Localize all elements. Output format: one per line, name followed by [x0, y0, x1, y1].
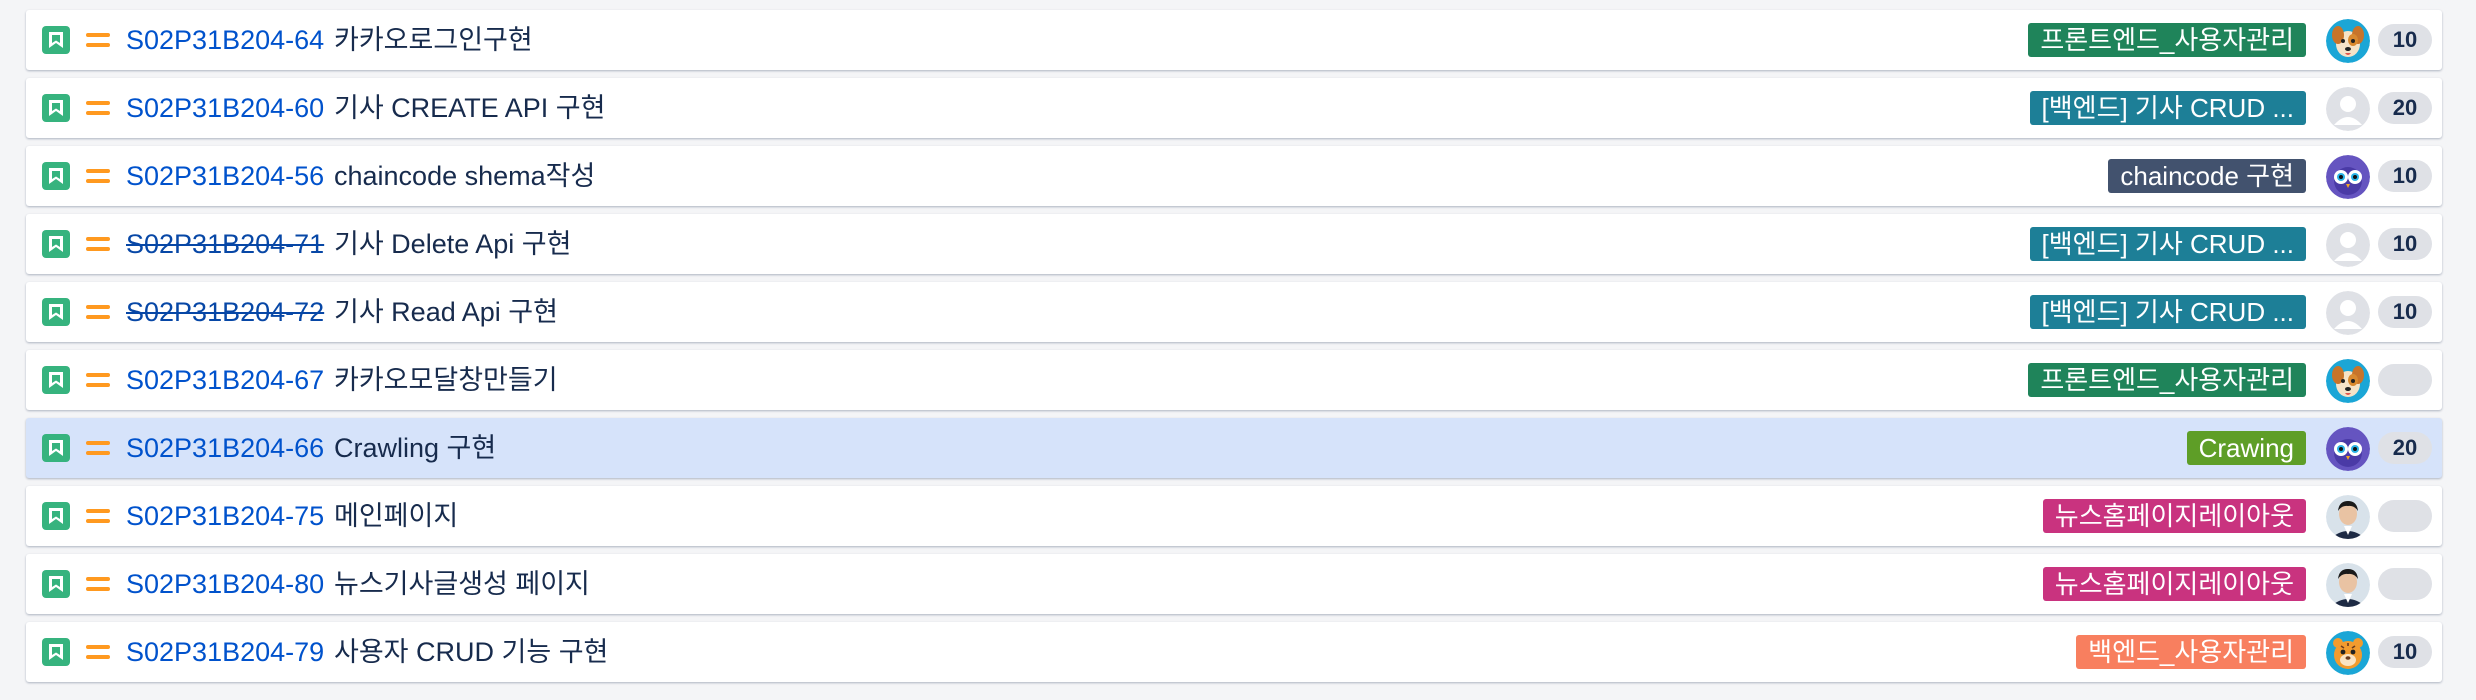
issue-row[interactable]: S02P31B204-64 카카오로그인구현 프론트엔드_사용자관리 10	[26, 10, 2442, 70]
epic-label[interactable]: 프론트엔드_사용자관리	[2028, 23, 2306, 57]
story-bookmark-icon	[42, 298, 70, 326]
epic-label[interactable]: 뉴스홈페이지레이아웃	[2042, 499, 2306, 533]
issue-key-link[interactable]: S02P31B204-72	[126, 282, 324, 342]
issue-summary: Crawling 구현	[334, 433, 497, 463]
priority-medium-icon	[86, 98, 110, 118]
issue-summary: 기사 CREATE API 구현	[334, 93, 606, 123]
issue-key-link[interactable]: S02P31B204-66	[126, 418, 324, 478]
priority-medium-icon	[86, 438, 110, 458]
issue-summary: 기사 Read Api 구현	[334, 297, 558, 327]
story-bookmark-icon	[42, 94, 70, 122]
story-points-badge: 10	[2378, 636, 2432, 668]
story-bookmark-icon	[42, 230, 70, 258]
issue-summary: 카카오모달창만들기	[334, 365, 558, 395]
dog-avatar[interactable]	[2326, 19, 2370, 63]
story-points-badge: 10	[2378, 24, 2432, 56]
dog-avatar[interactable]	[2326, 359, 2370, 403]
story-bookmark-icon	[42, 162, 70, 190]
issue-summary: chaincode shema작성	[334, 161, 596, 191]
issue-summary: 사용자 CRUD 기능 구현	[334, 637, 609, 667]
epic-label[interactable]: Crawing	[2186, 431, 2306, 465]
issue-key-link[interactable]: S02P31B204-71	[126, 214, 324, 274]
issue-row[interactable]: S02P31B204-60 기사 CREATE API 구현 [백엔드] 기사 …	[26, 78, 2442, 138]
issue-row[interactable]: S02P31B204-66 Crawling 구현 Crawing 20	[26, 418, 2442, 478]
issue-row[interactable]: S02P31B204-67 카카오모달창만들기 프론트엔드_사용자관리	[26, 350, 2442, 410]
owl-avatar[interactable]	[2326, 427, 2370, 471]
issue-row[interactable]: S02P31B204-72 기사 Read Api 구현 [백엔드] 기사 CR…	[26, 282, 2442, 342]
story-points-badge: 10	[2378, 228, 2432, 260]
issue-key-link[interactable]: S02P31B204-80	[126, 554, 324, 614]
priority-medium-icon	[86, 370, 110, 390]
story-bookmark-icon	[42, 638, 70, 666]
epic-label[interactable]: chaincode 구현	[2108, 159, 2306, 193]
issue-summary: 메인페이지	[334, 501, 459, 531]
epic-label[interactable]: 백엔드_사용자관리	[2076, 635, 2306, 669]
backlog-issue-list: S02P31B204-64 카카오로그인구현 프론트엔드_사용자관리 10 S0…	[26, 10, 2442, 690]
person-avatar[interactable]	[2326, 495, 2370, 539]
issue-key-link[interactable]: S02P31B204-67	[126, 350, 324, 410]
story-points-badge	[2378, 568, 2432, 600]
issue-summary: 카카오로그인구현	[334, 25, 533, 55]
issue-key-link[interactable]: S02P31B204-75	[126, 486, 324, 546]
issue-row[interactable]: S02P31B204-80 뉴스기사글생성 페이지 뉴스홈페이지레이아웃	[26, 554, 2442, 614]
story-points-badge: 10	[2378, 160, 2432, 192]
epic-label[interactable]: [백엔드] 기사 CRUD ...	[2029, 91, 2306, 125]
default-avatar[interactable]	[2326, 291, 2370, 335]
person-avatar[interactable]	[2326, 563, 2370, 607]
epic-label[interactable]: 뉴스홈페이지레이아웃	[2042, 567, 2306, 601]
issue-key-link[interactable]: S02P31B204-64	[126, 10, 324, 70]
issue-row[interactable]: S02P31B204-79 사용자 CRUD 기능 구현 백엔드_사용자관리 1…	[26, 622, 2442, 682]
issue-summary: 기사 Delete Api 구현	[334, 229, 572, 259]
default-avatar[interactable]	[2326, 223, 2370, 267]
story-points-badge: 20	[2378, 92, 2432, 124]
story-points-badge: 20	[2378, 432, 2432, 464]
issue-row[interactable]: S02P31B204-71 기사 Delete Api 구현 [백엔드] 기사 …	[26, 214, 2442, 274]
priority-medium-icon	[86, 302, 110, 322]
story-points-badge	[2378, 364, 2432, 396]
story-points-badge: 10	[2378, 296, 2432, 328]
priority-medium-icon	[86, 506, 110, 526]
issue-summary: 뉴스기사글생성 페이지	[334, 569, 590, 599]
issue-row[interactable]: S02P31B204-56 chaincode shema작성 chaincod…	[26, 146, 2442, 206]
epic-label[interactable]: 프론트엔드_사용자관리	[2028, 363, 2306, 397]
issue-key-link[interactable]: S02P31B204-60	[126, 78, 324, 138]
story-bookmark-icon	[42, 570, 70, 598]
story-bookmark-icon	[42, 26, 70, 54]
story-bookmark-icon	[42, 434, 70, 462]
epic-label[interactable]: [백엔드] 기사 CRUD ...	[2029, 295, 2306, 329]
priority-medium-icon	[86, 642, 110, 662]
story-points-badge	[2378, 500, 2432, 532]
priority-medium-icon	[86, 166, 110, 186]
priority-medium-icon	[86, 30, 110, 50]
owl-avatar[interactable]	[2326, 155, 2370, 199]
story-bookmark-icon	[42, 366, 70, 394]
story-bookmark-icon	[42, 502, 70, 530]
priority-medium-icon	[86, 234, 110, 254]
epic-label[interactable]: [백엔드] 기사 CRUD ...	[2029, 227, 2306, 261]
tiger-avatar[interactable]	[2326, 631, 2370, 675]
issue-row[interactable]: S02P31B204-75 메인페이지 뉴스홈페이지레이아웃	[26, 486, 2442, 546]
default-avatar[interactable]	[2326, 87, 2370, 131]
issue-key-link[interactable]: S02P31B204-56	[126, 146, 324, 206]
priority-medium-icon	[86, 574, 110, 594]
issue-key-link[interactable]: S02P31B204-79	[126, 622, 324, 682]
